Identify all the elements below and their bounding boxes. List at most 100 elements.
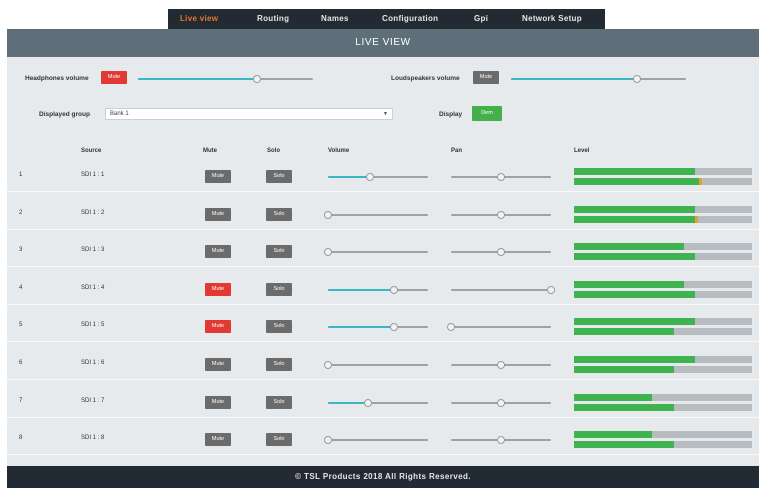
table-row: 5 SDI 1 : 5 Mute Solo — [7, 309, 759, 343]
loudspeakers-mute-button[interactable]: Mute — [473, 71, 499, 84]
slider-knob[interactable] — [547, 285, 555, 294]
channel-volume-slider[interactable] — [328, 285, 428, 294]
slider-knob[interactable] — [390, 323, 398, 332]
header-pan: Pan — [451, 148, 463, 154]
nav-network-setup[interactable]: Network Setup — [522, 14, 582, 23]
channel-pan-slider[interactable] — [451, 285, 555, 294]
display-label: Display — [439, 111, 463, 118]
channel-volume-slider[interactable] — [324, 436, 428, 445]
channel-source: SDI 1 : 6 — [81, 360, 105, 366]
channel-solo-button[interactable]: Solo — [266, 358, 292, 371]
live-view-panel: Headphones volume Mute Loudspeakers volu… — [7, 57, 759, 466]
slider-knob[interactable] — [390, 285, 398, 294]
level-fill — [574, 253, 696, 261]
header-source: Source — [81, 148, 102, 154]
table-row: 8 SDI 1 : 8 Mute Solo — [7, 422, 759, 456]
channel-mute-button[interactable]: Mute — [205, 207, 231, 221]
slider-knob[interactable] — [253, 75, 261, 83]
channel-volume-slider[interactable] — [324, 361, 428, 369]
slider-knob[interactable] — [497, 248, 505, 257]
channel-mute-button[interactable]: Mute — [205, 170, 231, 183]
nav-gpi[interactable]: Gpi — [474, 14, 488, 23]
display-button[interactable]: Dem — [472, 106, 502, 121]
channel-volume-slider[interactable] — [328, 398, 428, 407]
channel-source: SDI 1 : 5 — [81, 322, 105, 329]
channel-pan-slider[interactable] — [451, 436, 551, 445]
slider-knob[interactable] — [324, 210, 332, 219]
channel-pan-slider[interactable] — [451, 361, 551, 369]
channel-source: SDI 1 : 4 — [81, 284, 105, 291]
channel-mute-button[interactable]: Mute — [205, 282, 231, 296]
slider-knob[interactable] — [324, 248, 332, 257]
slider-knob[interactable] — [497, 173, 505, 181]
headphones-volume-label: Headphones volume — [25, 75, 89, 82]
level-meter-b — [574, 366, 752, 373]
channel-pan-slider[interactable] — [451, 210, 551, 219]
channel-mute-button[interactable]: Mute — [205, 358, 231, 371]
channel-solo-button[interactable]: Solo — [266, 207, 292, 221]
slider-knob[interactable] — [497, 398, 505, 407]
header-level: Level — [574, 148, 590, 154]
channel-number: 1 — [19, 172, 23, 178]
channel-mute-button[interactable]: Mute — [205, 395, 231, 409]
displayed-group-label: Displayed group — [39, 111, 90, 118]
level-fill — [574, 318, 696, 326]
level-meter-b — [574, 178, 752, 185]
channel-pan-slider[interactable] — [451, 248, 551, 257]
nav-names[interactable]: Names — [321, 14, 349, 23]
channel-volume-slider[interactable] — [324, 248, 428, 257]
channel-solo-button[interactable]: Solo — [266, 170, 292, 183]
level-meter-a — [574, 243, 752, 251]
channel-volume-slider[interactable] — [328, 173, 428, 181]
channel-mute-button[interactable]: Mute — [205, 433, 231, 447]
channel-mute-button[interactable]: Mute — [205, 245, 231, 259]
channel-volume-slider[interactable] — [324, 210, 428, 219]
channel-source: SDI 1 : 8 — [81, 435, 105, 442]
level-fill — [574, 441, 674, 449]
top-nav: Live view Routing Names Configuration Gp… — [168, 9, 605, 29]
channel-solo-button[interactable]: Solo — [266, 433, 292, 447]
level-meter-b — [574, 215, 752, 223]
table-row: 3 SDI 1 : 3 Mute Solo — [7, 234, 759, 268]
nav-routing[interactable]: Routing — [257, 14, 289, 23]
slider-knob[interactable] — [497, 436, 505, 445]
slider-knob[interactable] — [366, 173, 374, 181]
nav-live-view[interactable]: Live view — [180, 14, 218, 23]
slider-knob[interactable] — [364, 398, 372, 407]
displayed-group-value: Bank 1 — [110, 111, 129, 117]
channel-number: 8 — [19, 435, 23, 442]
displayed-group-select[interactable]: Bank 1 ▼ — [105, 108, 393, 120]
table-row: 6 SDI 1 : 6 Mute Solo — [7, 347, 759, 380]
channel-pan-slider[interactable] — [451, 173, 551, 181]
headphones-volume-slider[interactable] — [138, 75, 313, 83]
level-fill — [574, 356, 696, 363]
channel-volume-slider[interactable] — [328, 323, 428, 332]
channel-source: SDI 1 : 7 — [81, 397, 105, 404]
header-mute: Mute — [203, 148, 217, 154]
slider-knob[interactable] — [324, 361, 332, 369]
headphones-mute-button[interactable]: Mute — [101, 71, 127, 84]
slider-knob[interactable] — [324, 436, 332, 445]
level-meter-b — [574, 441, 752, 449]
level-fill — [574, 178, 699, 185]
channel-pan-slider[interactable] — [447, 323, 551, 332]
slider-knob[interactable] — [497, 361, 505, 369]
level-fill — [574, 168, 696, 175]
channel-mute-button[interactable]: Mute — [205, 320, 231, 334]
channel-solo-button[interactable]: Solo — [266, 282, 292, 296]
level-meter-a — [574, 431, 752, 439]
loudspeakers-volume-slider[interactable] — [511, 75, 686, 83]
channel-solo-button[interactable]: Solo — [266, 320, 292, 334]
slider-knob[interactable] — [633, 75, 641, 83]
slider-knob[interactable] — [447, 323, 455, 332]
channel-solo-button[interactable]: Solo — [266, 395, 292, 409]
table-row: 2 SDI 1 : 2 Mute Solo — [7, 197, 759, 230]
page-title: LIVE VIEW — [7, 29, 759, 57]
nav-configuration[interactable]: Configuration — [382, 14, 438, 23]
slider-knob[interactable] — [497, 210, 505, 219]
channel-source: SDI 1 : 3 — [81, 247, 105, 254]
channel-number: 7 — [19, 397, 23, 404]
channel-solo-button[interactable]: Solo — [266, 245, 292, 259]
level-fill — [574, 205, 696, 213]
channel-pan-slider[interactable] — [451, 398, 551, 407]
